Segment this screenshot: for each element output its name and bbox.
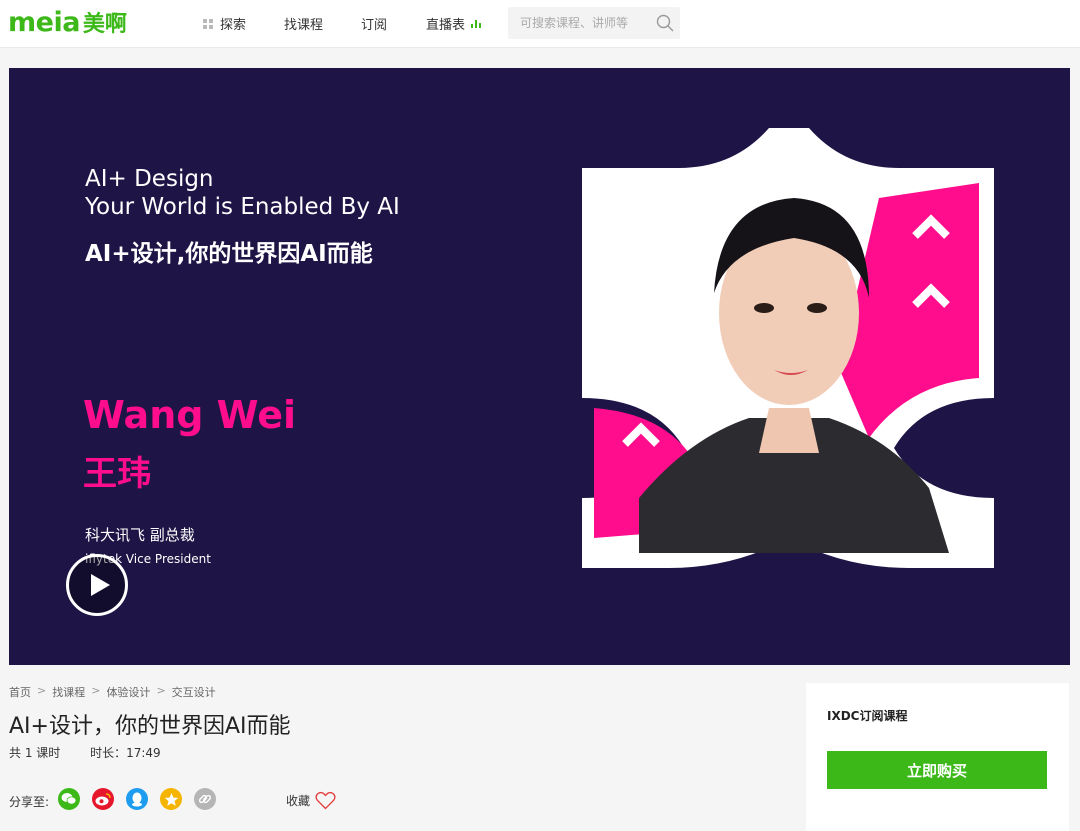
wechat-icon[interactable] bbox=[58, 788, 80, 810]
qq-icon[interactable] bbox=[126, 788, 148, 810]
favorite-label: 收藏 bbox=[286, 794, 311, 808]
speaker-portrait bbox=[582, 128, 994, 568]
live-bars-icon bbox=[471, 19, 482, 28]
site-logo[interactable]: meia 美啊 bbox=[8, 8, 127, 40]
share-icons bbox=[58, 788, 216, 810]
banner-title-en-line1: AI+ Design bbox=[85, 166, 214, 192]
buy-now-button[interactable]: 立即购买 bbox=[827, 751, 1047, 789]
course-video-banner[interactable]: AI+ Design Your World is Enabled By AI A… bbox=[9, 68, 1070, 665]
lesson-count: 共 1 课时 bbox=[9, 746, 61, 760]
banner-title-en-line2: Your World is Enabled By AI bbox=[85, 194, 400, 220]
search-icon[interactable] bbox=[656, 14, 674, 32]
breadcrumb-find-course[interactable]: 找课程 bbox=[52, 684, 85, 700]
breadcrumb-separator: > bbox=[156, 684, 166, 697]
breadcrumb-interaction-design[interactable]: 交互设计 bbox=[172, 684, 216, 700]
subscription-title: IXDC订阅课程 bbox=[827, 709, 908, 723]
breadcrumb-home[interactable]: 首页 bbox=[9, 684, 31, 700]
grid-icon bbox=[203, 18, 213, 29]
breadcrumb-separator: > bbox=[37, 684, 47, 697]
course-duration: 时长：17:49 bbox=[90, 746, 161, 760]
speaker-role-cn: 科大讯飞 副总裁 bbox=[85, 526, 195, 544]
logo-text-cjk: 美啊 bbox=[82, 12, 127, 37]
weibo-icon[interactable] bbox=[92, 788, 114, 810]
qzone-icon[interactable] bbox=[160, 788, 182, 810]
play-icon bbox=[91, 574, 110, 596]
breadcrumb-experience-design[interactable]: 体验设计 bbox=[106, 684, 150, 700]
nav-live-label: 直播表 bbox=[426, 18, 466, 33]
nav-subscribe[interactable]: 订阅 bbox=[361, 14, 387, 33]
search-input[interactable] bbox=[508, 7, 648, 39]
play-button[interactable] bbox=[66, 554, 128, 616]
top-header: meia 美啊 探索 找课程 订阅 直播表 bbox=[0, 0, 1080, 48]
heart-icon bbox=[315, 791, 336, 810]
nav-explore[interactable]: 探索 bbox=[203, 14, 246, 33]
link-icon[interactable] bbox=[194, 788, 216, 810]
share-label: 分享至: bbox=[9, 795, 50, 809]
search-box bbox=[508, 7, 680, 39]
logo-text-latin: meia bbox=[8, 7, 80, 38]
favorite-button[interactable]: 收藏 bbox=[286, 791, 336, 810]
breadcrumb: 首页 > 找课程 > 体验设计 > 交互设计 bbox=[9, 684, 216, 700]
course-meta: 共 1 课时 时长：17:49 bbox=[9, 744, 161, 761]
speaker-name-en: Wang Wei bbox=[83, 393, 297, 437]
banner-title-cn: AI+设计,你的世界因AI而能 bbox=[85, 241, 373, 267]
subscription-panel: IXDC订阅课程 立即购买 bbox=[806, 683, 1069, 831]
nav-find-course[interactable]: 找课程 bbox=[284, 14, 323, 33]
breadcrumb-separator: > bbox=[91, 684, 101, 697]
course-title: AI+设计，你的世界因AI而能 bbox=[9, 714, 291, 739]
speaker-name-cn: 王玮 bbox=[83, 454, 151, 494]
nav-live-schedule[interactable]: 直播表 bbox=[426, 14, 482, 33]
nav-explore-label: 探索 bbox=[220, 18, 247, 33]
